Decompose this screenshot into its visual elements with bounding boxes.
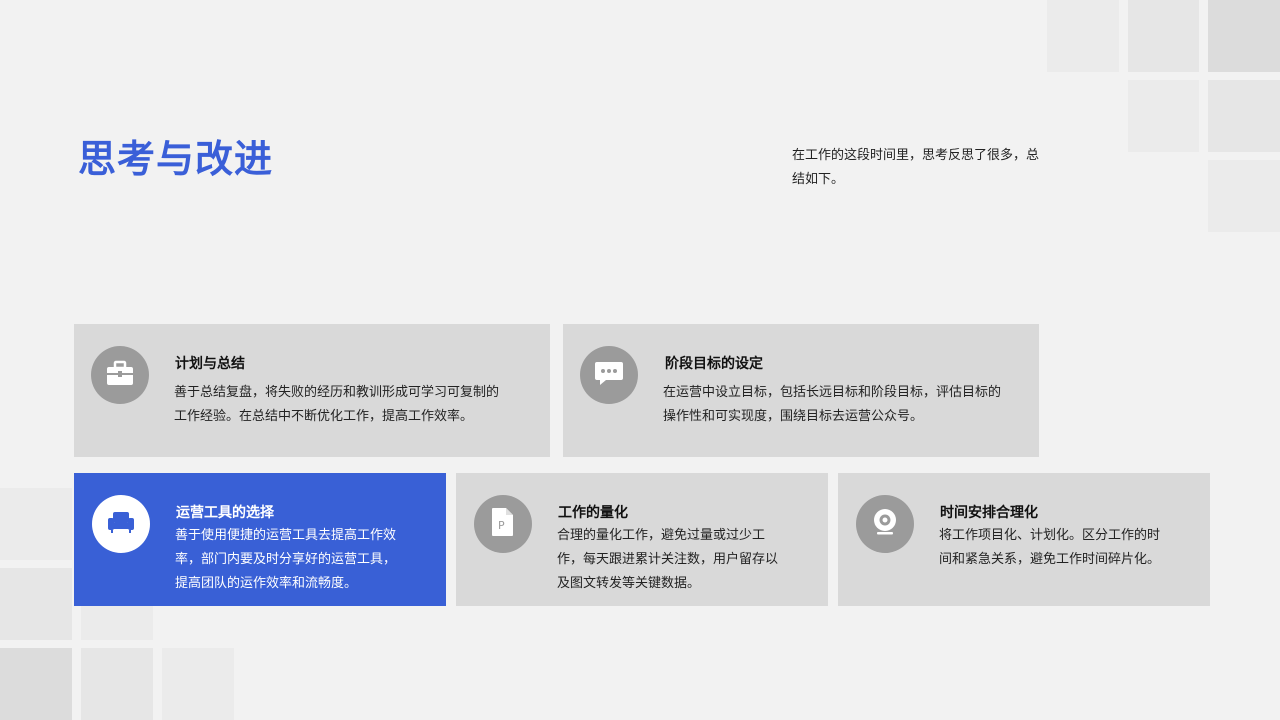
chat-bubble-icon bbox=[594, 360, 624, 390]
decor-square bbox=[0, 648, 72, 720]
card-title: 阶段目标的设定 bbox=[665, 356, 763, 372]
webcam-icon bbox=[871, 507, 899, 541]
briefcase-icon bbox=[106, 360, 134, 390]
decor-square bbox=[1128, 0, 1199, 72]
intro-text: 在工作的这段时间里，思考反思了很多，总结如下。 bbox=[792, 148, 1040, 187]
decor-square bbox=[1128, 80, 1199, 152]
decor-square bbox=[1208, 80, 1280, 152]
card-title: 工作的量化 bbox=[558, 505, 628, 521]
card-title: 计划与总结 bbox=[175, 356, 245, 372]
icon-circle: P bbox=[474, 495, 532, 553]
armchair-icon bbox=[107, 510, 135, 538]
icon-circle bbox=[92, 495, 150, 553]
card-body: 在运营中设立目标，包括长远目标和阶段目标，评估目标的操作性和可实现度，围绕目标去… bbox=[663, 385, 1002, 424]
decor-square bbox=[81, 648, 153, 720]
icon-circle bbox=[856, 495, 914, 553]
icon-circle bbox=[91, 346, 149, 404]
decor-square bbox=[0, 568, 72, 640]
decor-square bbox=[1208, 0, 1280, 72]
icon-circle bbox=[580, 346, 638, 404]
card-body: 善于总结复盘，将失败的经历和教训形成可学习可复制的工作经验。在总结中不断优化工作… bbox=[174, 385, 500, 424]
card-time-management: 时间安排合理化 将工作项目化、计划化。区分工作的时间和紧急关系，避免工作时间碎片… bbox=[838, 473, 1210, 606]
card-body: 善于使用便捷的运营工具去提高工作效率，部门内要及时分享好的运营工具，提高团队的运… bbox=[175, 528, 397, 591]
page-title: 思考与改进 bbox=[78, 137, 274, 181]
card-title: 时间安排合理化 bbox=[940, 505, 1038, 521]
card-title: 运营工具的选择 bbox=[176, 505, 274, 521]
decor-square bbox=[1208, 160, 1280, 232]
card-plan-summary: 计划与总结 善于总结复盘，将失败的经历和教训形成可学习可复制的工作经验。在总结中… bbox=[74, 324, 550, 457]
card-body: 合理的量化工作，避免过量或过少工作，每天跟进累计关注数，用户留存以及图文转发等关… bbox=[557, 528, 779, 591]
decor-square bbox=[0, 488, 72, 560]
card-ops-tools: 运营工具的选择 善于使用便捷的运营工具去提高工作效率，部门内要及时分享好的运营工… bbox=[74, 473, 446, 606]
svg-text:P: P bbox=[498, 519, 505, 532]
card-quantify-work: P 工作的量化 合理的量化工作，避免过量或过少工作，每天跟进累计关注数，用户留存… bbox=[456, 473, 828, 606]
card-body: 将工作项目化、计划化。区分工作的时间和紧急关系，避免工作时间碎片化。 bbox=[939, 528, 1161, 567]
decor-square bbox=[1047, 0, 1119, 72]
decor-square bbox=[162, 648, 234, 720]
card-stage-goals: 阶段目标的设定 在运营中设立目标，包括长远目标和阶段目标，评估目标的操作性和可实… bbox=[563, 324, 1039, 457]
document-icon: P bbox=[491, 507, 515, 541]
